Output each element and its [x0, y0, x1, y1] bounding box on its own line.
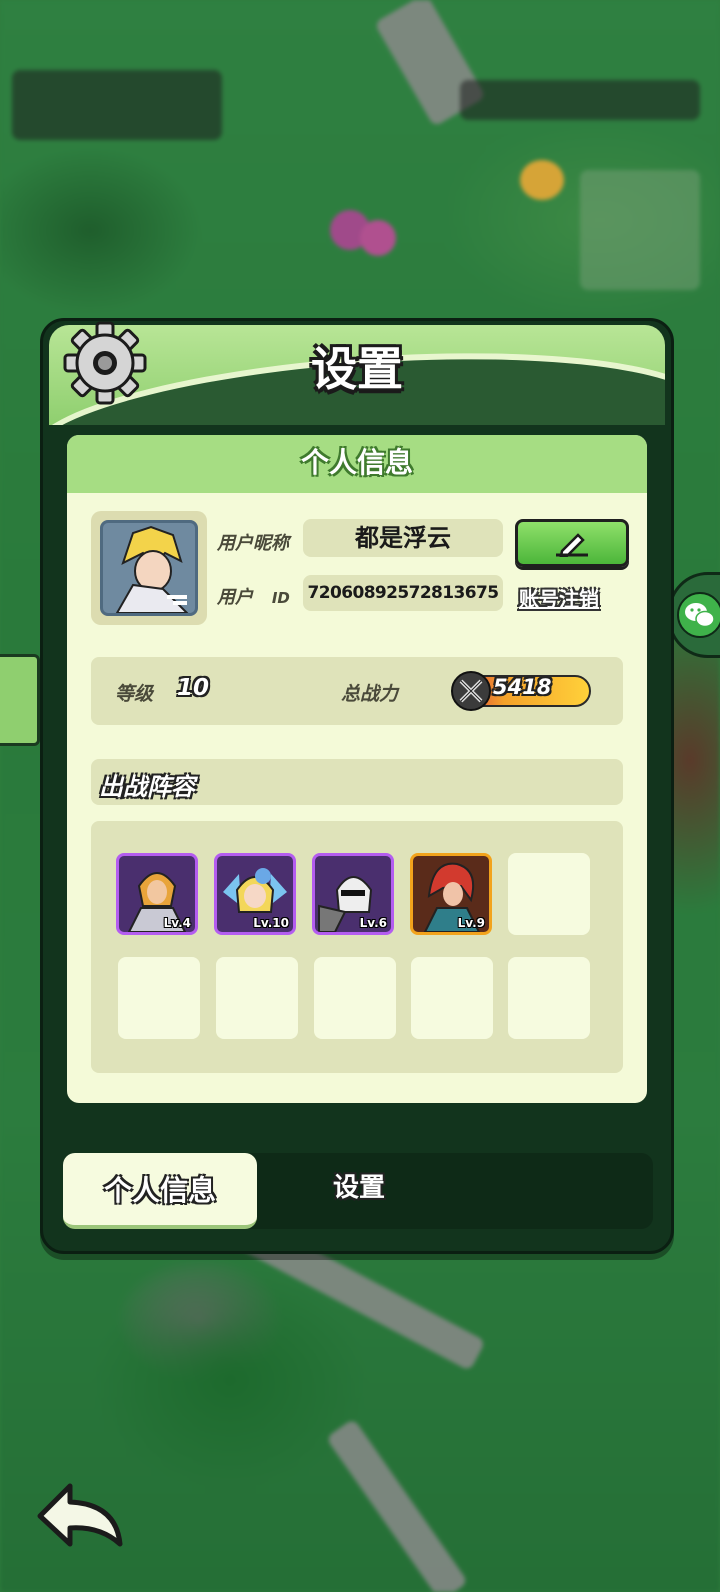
panel-title: 设置 [311, 342, 403, 396]
crossed-swords-icon [451, 671, 491, 711]
back-arrow-icon[interactable] [36, 1482, 128, 1548]
hero-slot-2[interactable]: Lv.10 [214, 853, 296, 935]
hero-level: Lv.4 [163, 916, 191, 930]
team-grid: Lv.4 Lv.10 Lv.6 Lv.9 [91, 821, 623, 1073]
profile-card: 个人信息 用户昵称 都是浮云 用户 ID 7206089257281367​5 [67, 435, 647, 1103]
avatar[interactable] [91, 511, 207, 625]
power-value: 5418 [493, 675, 552, 699]
id-label: 用户 ID [217, 587, 290, 608]
hero-slot-1[interactable]: Lv.4 [116, 853, 198, 935]
empty-hero-slot[interactable] [314, 957, 396, 1039]
hero-level: Lv.9 [457, 916, 485, 930]
wechat-icon [677, 592, 720, 638]
edit-nickname-button[interactable] [515, 519, 629, 567]
empty-hero-slot[interactable] [216, 957, 298, 1039]
team-header: 出战阵容 [91, 759, 623, 805]
level-label: 等级 [115, 683, 154, 705]
hero-level: Lv.6 [359, 916, 387, 930]
empty-hero-slot[interactable] [508, 957, 590, 1039]
cancel-account-link[interactable]: 账号注销 [519, 583, 599, 612]
hero-level: Lv.10 [253, 916, 289, 930]
hero-slot-4[interactable]: Lv.9 [410, 853, 492, 935]
nickname-label: 用户昵称 [217, 533, 289, 554]
tab-bar: 个人信息 设置 [63, 1153, 653, 1229]
pencil-icon [556, 533, 588, 557]
empty-hero-slot[interactable] [508, 853, 590, 935]
empty-hero-slot[interactable] [118, 957, 200, 1039]
power-label: 总战力 [341, 683, 399, 705]
tab-profile[interactable]: 个人信息 [63, 1153, 257, 1229]
settings-panel: 设置 个人信息 用户昵称 都是浮云 用户 ID 7206089257281367… [40, 318, 674, 1254]
hero-slot-3[interactable]: Lv.6 [312, 853, 394, 935]
empty-hero-slot[interactable] [411, 957, 493, 1039]
tab-settings[interactable]: 设置 [333, 1167, 385, 1204]
nickname-value: 都是浮云 [303, 519, 503, 557]
side-shortcut-button[interactable] [0, 654, 40, 746]
team-title: 出战阵容 [99, 773, 195, 801]
section-title: 个人信息 [67, 435, 647, 493]
avatar-image [100, 520, 198, 616]
stats-bar: 等级 10 总战力 5418 [91, 657, 623, 725]
user-id-value: 7206089257281367​5 [303, 575, 503, 611]
level-value: 10 [177, 675, 210, 701]
power-badge: 5418 [451, 671, 601, 711]
